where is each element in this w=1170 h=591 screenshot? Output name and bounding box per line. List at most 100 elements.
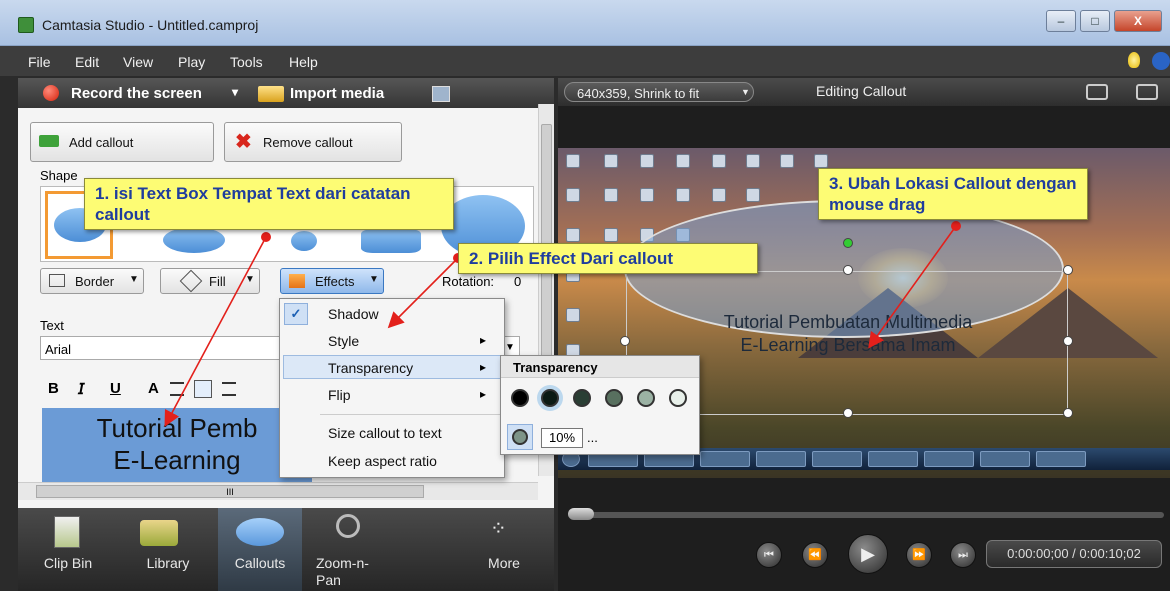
annotation-note-2: 2. Pilih Effect Dari callout — [458, 243, 758, 274]
cloud-bubble-icon[interactable] — [163, 227, 225, 253]
callout-text-box[interactable]: Tutorial Pemb E-Learning — [42, 408, 312, 482]
desktop-icon — [640, 188, 654, 202]
add-callout-button[interactable]: Add callout — [30, 122, 214, 162]
fill-label: Fill — [209, 274, 226, 289]
resize-handle[interactable] — [843, 265, 853, 275]
effects-button[interactable]: Effects ▼ — [280, 268, 384, 294]
transparency-value[interactable]: 10% — [541, 428, 583, 448]
annotation-note-3: 3. Ubah Lokasi Callout dengan mouse drag — [818, 168, 1088, 220]
menu-help[interactable]: Help — [289, 54, 318, 70]
menu-view[interactable]: View — [123, 54, 153, 70]
help-icon[interactable] — [1152, 52, 1170, 70]
preview-toolbar: 640x359, Shrink to fit ▼ Editing Callout — [558, 78, 1170, 106]
tab-library[interactable]: Library — [118, 508, 218, 591]
desktop-icon — [746, 154, 760, 168]
tab-zoom-n-pan[interactable]: Zoom-n-Pan — [308, 508, 408, 591]
transparency-option[interactable] — [573, 389, 591, 407]
seek-bar[interactable] — [558, 498, 1170, 528]
transparency-option[interactable] — [669, 389, 687, 407]
resize-handle[interactable] — [1063, 336, 1073, 346]
submenu-arrow-icon: ▸ — [480, 333, 487, 347]
menu-item-style[interactable]: Style — [328, 333, 359, 349]
skip-start-button[interactable]: ⏮ — [756, 542, 782, 568]
underline-button[interactable]: U — [110, 380, 121, 397]
submenu-arrow-icon: ▸ — [480, 387, 487, 401]
play-button[interactable]: ▶ — [848, 534, 888, 574]
tab-more[interactable]: ⁘ More — [454, 508, 554, 591]
desktop-icon — [676, 188, 690, 202]
desktop-icon — [566, 228, 580, 242]
detach-preview-icon[interactable] — [1136, 84, 1158, 100]
minimize-button[interactable]: – — [1046, 10, 1076, 32]
effects-label: Effects — [315, 274, 355, 289]
rewind-button[interactable]: ⏪ — [802, 542, 828, 568]
transparency-option[interactable] — [637, 389, 655, 407]
resize-handle[interactable] — [843, 408, 853, 418]
record-screen-button[interactable]: Record the screen — [71, 85, 202, 102]
shape-label: Shape — [40, 168, 78, 183]
font-color-button[interactable]: A — [148, 380, 159, 397]
resize-handle[interactable] — [620, 336, 630, 346]
skip-end-button[interactable]: ⏭ — [950, 542, 976, 568]
textbox-line-2: E-Learning — [113, 445, 241, 475]
clip-bin-icon — [54, 516, 80, 548]
seek-track[interactable] — [568, 512, 1164, 518]
align-right-icon[interactable] — [222, 382, 236, 396]
transparency-option[interactable] — [511, 389, 529, 407]
taskbar-item — [924, 451, 974, 467]
rotation-value[interactable]: 0 — [514, 274, 521, 289]
menu-play[interactable]: Play — [178, 54, 205, 70]
rotate-handle[interactable] — [843, 238, 853, 248]
textbox-line-1: Tutorial Pemb — [96, 413, 258, 443]
transparency-option[interactable] — [605, 389, 623, 407]
tab-callouts[interactable]: Callouts — [218, 508, 302, 591]
effects-icon — [289, 274, 305, 288]
menu-item-flip[interactable]: Flip — [328, 387, 351, 403]
close-button[interactable]: X — [1114, 10, 1162, 32]
scroll-thumb[interactable]: III — [36, 485, 424, 498]
transparency-title: Transparency — [513, 360, 598, 375]
align-center-icon[interactable] — [194, 380, 212, 398]
border-button[interactable]: Border ▼ — [40, 268, 144, 294]
custom-transparency-button[interactable] — [507, 424, 533, 450]
resize-handle[interactable] — [1063, 265, 1073, 275]
magnifier-icon — [336, 514, 360, 538]
menu-item-size-callout-to-text[interactable]: Size callout to text — [328, 425, 442, 441]
menu-bar: File Edit View Play Tools Help — [0, 46, 1170, 76]
transparency-option[interactable] — [541, 389, 559, 407]
align-left-icon[interactable] — [170, 382, 184, 396]
menu-edit[interactable]: Edit — [75, 54, 99, 70]
taskbar-item — [700, 451, 750, 467]
bold-button[interactable]: B — [48, 380, 59, 397]
taskbar-item — [756, 451, 806, 467]
menu-file[interactable]: File — [28, 54, 51, 70]
view-options-icon[interactable] — [432, 86, 450, 102]
remove-callout-button[interactable]: ✖ Remove callout — [224, 122, 402, 162]
tab-label: Zoom-n-Pan — [316, 555, 369, 588]
fullscreen-icon[interactable] — [1086, 84, 1108, 100]
preview-panel: 640x359, Shrink to fit ▼ Editing Callout — [558, 78, 1170, 591]
callout-text[interactable]: Tutorial Pembuatan Multimedia E-Learning… — [658, 311, 1038, 357]
burst-bubble-icon[interactable] — [361, 229, 421, 253]
menu-item-keep-aspect-ratio[interactable]: Keep aspect ratio — [328, 453, 437, 469]
import-media-button[interactable]: Import media — [290, 85, 384, 102]
menu-tools[interactable]: Tools — [230, 54, 263, 70]
menu-item-shadow[interactable]: Shadow — [328, 306, 379, 322]
fill-button[interactable]: Fill ▼ — [160, 268, 260, 294]
more-options[interactable]: ... — [587, 430, 598, 445]
chevron-down-icon: ▼ — [129, 274, 139, 285]
lightbulb-icon[interactable] — [1128, 52, 1140, 68]
fast-forward-button[interactable]: ⏩ — [906, 542, 932, 568]
task-toolbar: Record the screen ▾ Import media — [18, 78, 554, 108]
seek-thumb[interactable] — [568, 508, 594, 520]
menu-separator — [320, 414, 500, 415]
maximize-button[interactable]: □ — [1080, 10, 1110, 32]
italic-button[interactable]: 𝘐 — [78, 380, 85, 398]
chevron-down-icon[interactable]: ▾ — [232, 85, 238, 99]
tab-clip-bin[interactable]: Clip Bin — [18, 508, 118, 591]
menu-item-transparency[interactable]: Transparency — [328, 360, 413, 376]
horizontal-scrollbar[interactable]: III — [18, 482, 538, 500]
thought-bubble-icon[interactable] — [291, 231, 317, 251]
resize-handle[interactable] — [1063, 408, 1073, 418]
preview-size-select[interactable]: 640x359, Shrink to fit ▼ — [564, 82, 754, 102]
